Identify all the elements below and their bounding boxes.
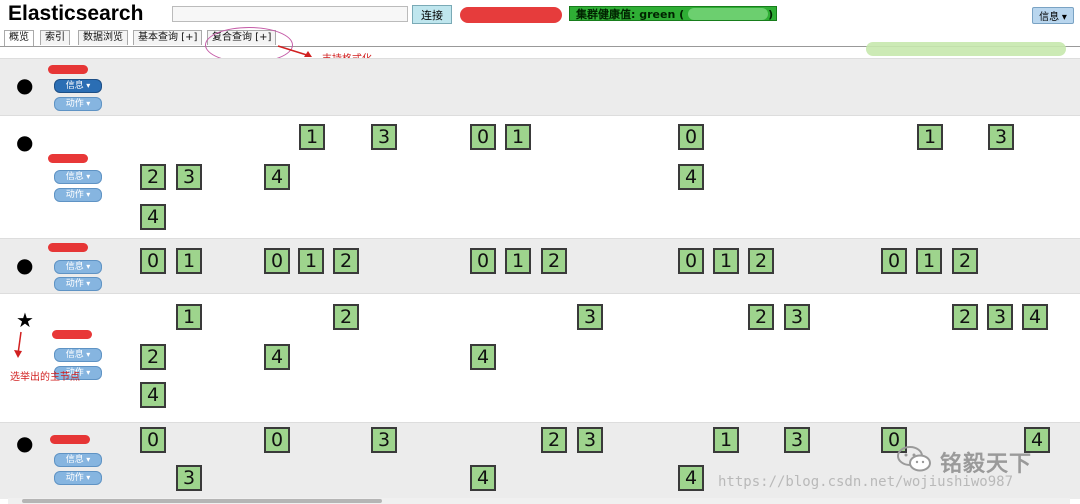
horizontal-scrollbar-thumb[interactable] [22, 499, 382, 503]
node-info-button[interactable]: 信息 [54, 260, 102, 274]
tab-overview[interactable]: 概览 [4, 30, 34, 46]
node-action-button[interactable]: 动作 [54, 277, 102, 291]
shard-box[interactable]: 0 [470, 248, 496, 274]
shard-box[interactable]: 4 [264, 164, 290, 190]
shard-box[interactable]: 1 [298, 248, 324, 274]
watermark-url: https://blog.csdn.net/wojiushiwo987 [718, 474, 1014, 490]
node-info-button[interactable]: 信息 [54, 453, 102, 467]
shard-box[interactable]: 3 [577, 427, 603, 453]
shard-box[interactable]: 1 [505, 124, 531, 150]
shard-box[interactable]: 2 [541, 248, 567, 274]
shard-box[interactable]: 1 [176, 248, 202, 274]
connect-button[interactable]: 连接 [412, 5, 452, 24]
shard-box[interactable]: 2 [333, 248, 359, 274]
redacted-health-detail [688, 8, 769, 20]
node-row: ● 信息 动作 [0, 58, 1080, 115]
cluster-url-input[interactable] [172, 6, 408, 22]
node-row: ● 信息 动作 0 1 0 1 2 0 1 2 0 1 2 0 1 2 [0, 238, 1080, 293]
shard-box[interactable]: 1 [916, 248, 942, 274]
cluster-health-label: 集群健康值: green ( [576, 8, 685, 21]
redacted-node-name [50, 435, 90, 444]
shard-box[interactable]: 4 [678, 465, 704, 491]
info-menu-button[interactable]: 信息 ▾ [1032, 7, 1074, 24]
node-action-button[interactable]: 动作 [54, 188, 102, 202]
redacted-cluster-name [460, 7, 562, 23]
shard-box[interactable]: 1 [505, 248, 531, 274]
app-title: Elasticsearch [8, 2, 144, 25]
node-dot-icon: ● [16, 253, 34, 277]
shard-box[interactable]: 4 [1022, 304, 1048, 330]
shard-box[interactable]: 4 [470, 344, 496, 370]
shard-box[interactable]: 3 [987, 304, 1013, 330]
node-dot-icon: ● [16, 431, 34, 455]
shard-box[interactable]: 3 [371, 427, 397, 453]
shard-box[interactable]: 0 [881, 248, 907, 274]
tab-indices[interactable]: 索引 [40, 30, 70, 45]
shard-box[interactable]: 1 [299, 124, 325, 150]
shard-box[interactable]: 1 [713, 427, 739, 453]
node-action-button[interactable]: 动作 [54, 471, 102, 485]
info-menu-label: 信息 [1039, 12, 1060, 23]
shard-box[interactable]: 2 [748, 304, 774, 330]
shard-box[interactable]: 4 [470, 465, 496, 491]
shard-box[interactable]: 0 [264, 248, 290, 274]
shard-box[interactable]: 2 [140, 164, 166, 190]
shard-box[interactable]: 2 [952, 304, 978, 330]
redacted-cluster-info [866, 42, 1066, 56]
shard-box[interactable]: 0 [140, 248, 166, 274]
shard-box[interactable]: 0 [678, 248, 704, 274]
tab-compound-query[interactable]: 复合查询 [+] [207, 30, 277, 45]
shard-box[interactable]: 2 [748, 248, 774, 274]
cluster-health-close: ) [768, 8, 774, 21]
shard-box[interactable]: 4 [264, 344, 290, 370]
shard-box[interactable]: 3 [784, 304, 810, 330]
shard-box[interactable]: 1 [713, 248, 739, 274]
node-dot-icon: ● [16, 73, 34, 97]
shard-box[interactable]: 3 [176, 164, 202, 190]
node-row: ● 信息 动作 1 3 0 1 0 1 3 2 3 4 4 4 [0, 115, 1080, 238]
shard-box[interactable]: 0 [470, 124, 496, 150]
master-star-icon: ★ [16, 308, 34, 332]
node-row-master: ★ 信息 动作 1 2 3 2 3 2 3 4 2 4 4 4 [0, 293, 1080, 422]
shard-box[interactable]: 1 [917, 124, 943, 150]
redacted-node-name [52, 330, 92, 339]
shard-box[interactable]: 3 [577, 304, 603, 330]
shard-box[interactable]: 2 [541, 427, 567, 453]
shard-box[interactable]: 4 [678, 164, 704, 190]
shard-box[interactable]: 3 [784, 427, 810, 453]
node-info-button[interactable]: 信息 [54, 170, 102, 184]
node-info-button[interactable]: 信息 [54, 348, 102, 362]
redacted-node-name [48, 243, 88, 252]
shard-box[interactable]: 1 [176, 304, 202, 330]
shard-box[interactable]: 0 [264, 427, 290, 453]
cluster-health-badge: 集群健康值: green () [569, 6, 777, 21]
shard-box[interactable]: 2 [140, 344, 166, 370]
shard-box[interactable]: 4 [140, 382, 166, 408]
node-action-button[interactable]: 动作 [54, 97, 102, 111]
shard-box[interactable]: 4 [140, 204, 166, 230]
shard-box[interactable]: 3 [176, 465, 202, 491]
shard-box[interactable]: 2 [333, 304, 359, 330]
node-info-button[interactable]: 信息 [54, 79, 102, 93]
shard-box[interactable]: 3 [988, 124, 1014, 150]
header-bar: Elasticsearch 连接 集群健康值: green () 信息 ▾ [0, 0, 1080, 30]
redacted-node-name [48, 65, 88, 74]
redacted-node-name [48, 154, 88, 163]
wechat-icon [897, 446, 931, 472]
shard-box[interactable]: 3 [371, 124, 397, 150]
annotation-master-note: 选举出的主节点 [10, 372, 80, 383]
shard-box[interactable]: 0 [140, 427, 166, 453]
shard-box[interactable]: 0 [678, 124, 704, 150]
tab-browser[interactable]: 数据浏览 [78, 30, 128, 45]
tab-basic-query[interactable]: 基本查询 [+] [133, 30, 203, 45]
chevron-down-icon: ▾ [1061, 12, 1067, 23]
shard-box[interactable]: 2 [952, 248, 978, 274]
node-dot-icon: ● [16, 130, 34, 154]
